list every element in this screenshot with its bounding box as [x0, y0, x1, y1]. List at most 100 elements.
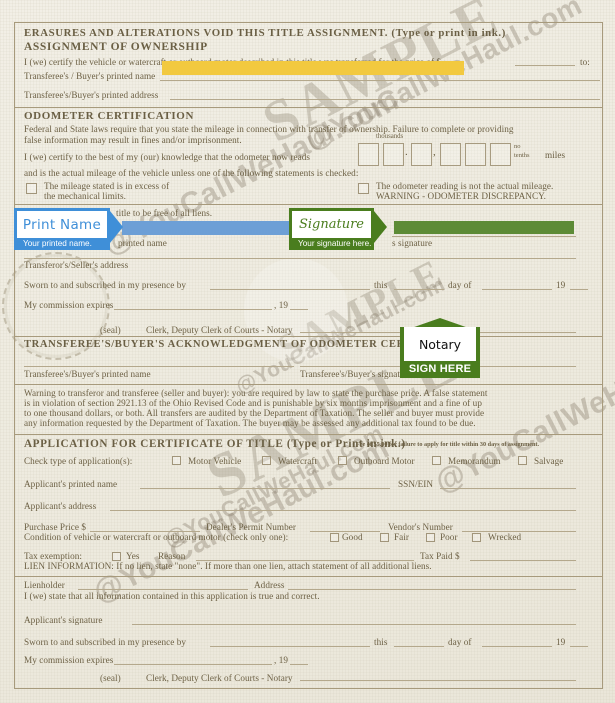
- application-fee-note: Fee of $5.00 for failure to apply for ti…: [356, 441, 540, 448]
- checkbox-excess-label-line1: The mileage stated is in excess of: [44, 181, 170, 191]
- checkbox-tax-exemption-yes[interactable]: [112, 552, 121, 561]
- seller-commission-line[interactable]: [114, 309, 272, 310]
- option-label-memorandum: Memorandum: [448, 456, 501, 466]
- truth-statement: I (we) state that all information contai…: [24, 591, 320, 601]
- odometer-federal-line1: Federal and State laws require that you …: [24, 124, 514, 134]
- application-heading: APPLICATION FOR CERTIFICATE OF TITLE (Ty…: [24, 438, 406, 450]
- dealer-permit-label: Dealer's Permit Number: [206, 522, 297, 532]
- odometer-digit-box[interactable]: [490, 143, 511, 166]
- ssn-label: SSN/EIN: [398, 479, 434, 489]
- odometer-separator: .: [405, 146, 408, 158]
- checkbox-condition-good[interactable]: [330, 533, 339, 542]
- checkbox-watercraft[interactable]: [262, 456, 271, 465]
- purchase-price-label: Purchase Price $: [24, 522, 87, 532]
- odometer-digit-box[interactable]: [411, 143, 432, 166]
- signature-callout-title: Signature: [298, 217, 364, 232]
- odometer-certify-line1: I (we) certify to the best of my (our) k…: [24, 152, 310, 162]
- odometer-separator: ,: [433, 146, 436, 158]
- seller-dayof-label: day of: [448, 280, 472, 290]
- seller-commission-year: , 19: [274, 300, 288, 310]
- seller-sworn-line[interactable]: [210, 289, 370, 290]
- price-line: [515, 65, 575, 66]
- seller-year-label: 19: [556, 280, 566, 290]
- applicant-name-label: Applicant's printed name: [24, 479, 118, 489]
- option-label-outboard-motor: Outboard Motor: [354, 456, 415, 466]
- ack-printed-name-label: Transferee's/Buyer's printed name: [24, 369, 151, 379]
- app-commission-year-line[interactable]: [290, 664, 308, 665]
- app-clerk-label: Clerk, Deputy Clerk of Courts - Notary: [146, 673, 293, 683]
- reason-label: Reason: [158, 551, 186, 561]
- option-label-wrecked: Wrecked: [488, 532, 522, 542]
- ack-warning-line4: any information requested by the Departm…: [24, 418, 476, 428]
- buyer-name-line[interactable]: [160, 80, 600, 81]
- checkbox-memorandum[interactable]: [432, 456, 441, 465]
- odometer-digit-box[interactable]: [383, 143, 404, 166]
- buyer-address-line[interactable]: [170, 99, 600, 100]
- option-label-good: Good: [342, 532, 363, 542]
- checkbox-excess-mileage[interactable]: [26, 183, 37, 194]
- buyer-address-label: Transferee's/Buyer's printed address: [24, 90, 159, 100]
- section-divider: [14, 434, 603, 435]
- condition-label: Condition of vehicle or watercraft or ou…: [24, 532, 289, 542]
- tax-paid-line[interactable]: [470, 560, 576, 561]
- lienholder-address-line[interactable]: [288, 589, 576, 590]
- section-divider: [14, 336, 603, 337]
- ack-warning-line1: Warning to transferor and transferee (se…: [24, 388, 488, 398]
- assignment-heading-line1: ERASURES AND ALTERATIONS VOID THIS TITLE…: [24, 27, 506, 39]
- tax-paid-label: Tax Paid $: [420, 551, 460, 561]
- lienholder-label: Lienholder: [24, 580, 65, 590]
- notary-callout-body: Notary: [404, 327, 476, 361]
- checkbox-condition-fair[interactable]: [380, 533, 389, 542]
- print-name-callout-body: Print Name: [17, 211, 107, 238]
- lienholder-line[interactable]: [78, 589, 248, 590]
- app-dayof-line[interactable]: [482, 646, 552, 647]
- seller-signature-line[interactable]: [392, 236, 576, 237]
- notary-callout-title: Notary: [418, 336, 462, 352]
- checkbox-condition-poor[interactable]: [426, 533, 435, 542]
- seller-printed-name-label: printed name: [118, 238, 167, 248]
- seller-commission-year-line[interactable]: [290, 309, 308, 310]
- miles-label: miles: [545, 150, 566, 160]
- lien-free-text: title to be free of all liens.: [116, 208, 213, 218]
- print-name-callout-title: Print Name: [22, 216, 102, 233]
- app-clerk-line[interactable]: [300, 680, 576, 681]
- seller-address-line[interactable]: [24, 258, 576, 259]
- odometer-digit-box[interactable]: [358, 143, 379, 166]
- print-name-callout-arrow: [110, 211, 123, 243]
- applicant-signature-line[interactable]: [132, 624, 576, 625]
- seller-year-line[interactable]: [570, 289, 588, 290]
- app-commission-line[interactable]: [114, 664, 272, 665]
- app-dayof-label: day of: [448, 637, 472, 647]
- app-this-line[interactable]: [394, 646, 444, 647]
- odometer-federal-line2: false information may result in fines an…: [24, 135, 242, 145]
- ack-signature-label: Transferee's/Buyer's signature: [300, 369, 412, 379]
- checkbox-excess-label-line2: the mechanical limits.: [44, 191, 126, 201]
- option-label-fair: Fair: [394, 532, 409, 542]
- checkbox-outboard-motor[interactable]: [338, 456, 347, 465]
- ack-printed-name-line[interactable]: [24, 366, 294, 367]
- odometer-digit-box[interactable]: [440, 143, 461, 166]
- seller-this-line[interactable]: [394, 289, 444, 290]
- applicant-address-line[interactable]: [110, 510, 576, 511]
- section-divider: [14, 576, 603, 577]
- signature-callout-body: Signature: [292, 211, 371, 238]
- seller-name-highlight: [122, 221, 290, 235]
- app-commission-year: , 19: [274, 655, 288, 665]
- odometer-digit-box[interactable]: [465, 143, 486, 166]
- checkbox-salvage[interactable]: [518, 456, 527, 465]
- checkbox-not-actual-mileage[interactable]: [358, 183, 369, 194]
- app-sworn-line[interactable]: [210, 646, 370, 647]
- ssn-line[interactable]: [440, 488, 576, 489]
- notary-callout-caption: SIGN HERE: [404, 361, 476, 378]
- seller-dayof-line[interactable]: [482, 289, 552, 290]
- applicant-signature-label: Applicant's signature: [24, 615, 103, 625]
- checkbox-motor-vehicle[interactable]: [172, 456, 181, 465]
- seller-signature-highlight: [394, 221, 574, 234]
- app-year-line[interactable]: [570, 646, 588, 647]
- checkbox-not-actual-label-line1: The odometer reading is not the actual m…: [376, 181, 554, 191]
- applicant-name-line[interactable]: [140, 488, 390, 489]
- option-label-salvage: Salvage: [534, 456, 564, 466]
- seller-clerk-label: Clerk, Deputy Clerk of Courts - Notary: [146, 325, 293, 335]
- assignment-certify-tail: to:: [580, 57, 590, 67]
- checkbox-condition-wrecked[interactable]: [472, 533, 481, 542]
